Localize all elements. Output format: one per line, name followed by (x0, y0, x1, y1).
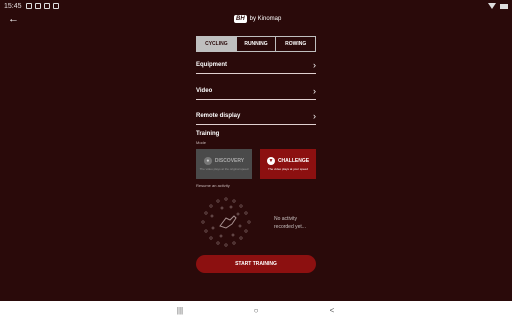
app-logo: BH by Kinomap (234, 12, 281, 26)
battery-icon (500, 3, 508, 9)
activity-ring-icon (201, 197, 251, 247)
android-nav-bar: ||| ○ < (0, 301, 512, 320)
tab-running[interactable]: RUNNING (237, 37, 277, 51)
android-icon (52, 3, 59, 9)
back-arrow-icon[interactable]: ← (8, 12, 22, 26)
chevron-right-icon: › (313, 59, 316, 70)
home-icon[interactable]: ○ (250, 306, 262, 315)
discovery-title: DISCOVERY (214, 158, 245, 164)
back-icon[interactable]: < (326, 306, 338, 315)
resume-label: Resume an activity (196, 183, 230, 188)
video-label: Video (196, 87, 213, 94)
status-icons (25, 3, 59, 9)
sport-tabs: CYCLING RUNNING ROWING (196, 36, 316, 52)
discovery-icon: ● (203, 157, 212, 165)
chevron-right-icon: › (313, 110, 316, 121)
equipment-label: Equipment (196, 61, 227, 68)
mail-icon (43, 3, 50, 9)
challenge-icon: ▼ (266, 157, 275, 165)
mode-label: Mode (196, 140, 207, 145)
video-row[interactable]: Video › (196, 82, 316, 100)
tab-cycling[interactable]: CYCLING (197, 37, 237, 51)
discovery-desc: The video plays at the original speed (199, 167, 249, 171)
remote-display-row[interactable]: Remote display › (196, 107, 316, 125)
chevron-right-icon: › (313, 85, 316, 96)
logo-badge: BH (234, 15, 247, 23)
discovery-mode-card[interactable]: ● DISCOVERY The video plays at the origi… (196, 149, 252, 179)
image-icon (34, 3, 41, 9)
challenge-mode-card[interactable]: ▼ CHALLENGE The video plays at your spee… (260, 149, 316, 179)
equipment-row[interactable]: Equipment › (196, 56, 316, 74)
challenge-title: CHALLENGE (277, 158, 310, 164)
challenge-desc: The video plays at your speed (267, 167, 309, 171)
status-time: 15:45 (4, 2, 22, 10)
remote-display-label: Remote display (196, 112, 241, 119)
logo-text: by Kinomap (249, 16, 282, 22)
wifi-icon (488, 3, 496, 9)
start-training-button[interactable]: START TRAINING (196, 255, 316, 273)
no-activity-text: No activity recorded yet... (274, 216, 306, 230)
status-bar: 15:45 (0, 0, 512, 12)
notification-icon (25, 3, 32, 9)
tab-rowing[interactable]: ROWING (276, 37, 315, 51)
training-title: Training (196, 131, 220, 137)
recents-icon[interactable]: ||| (174, 306, 186, 315)
